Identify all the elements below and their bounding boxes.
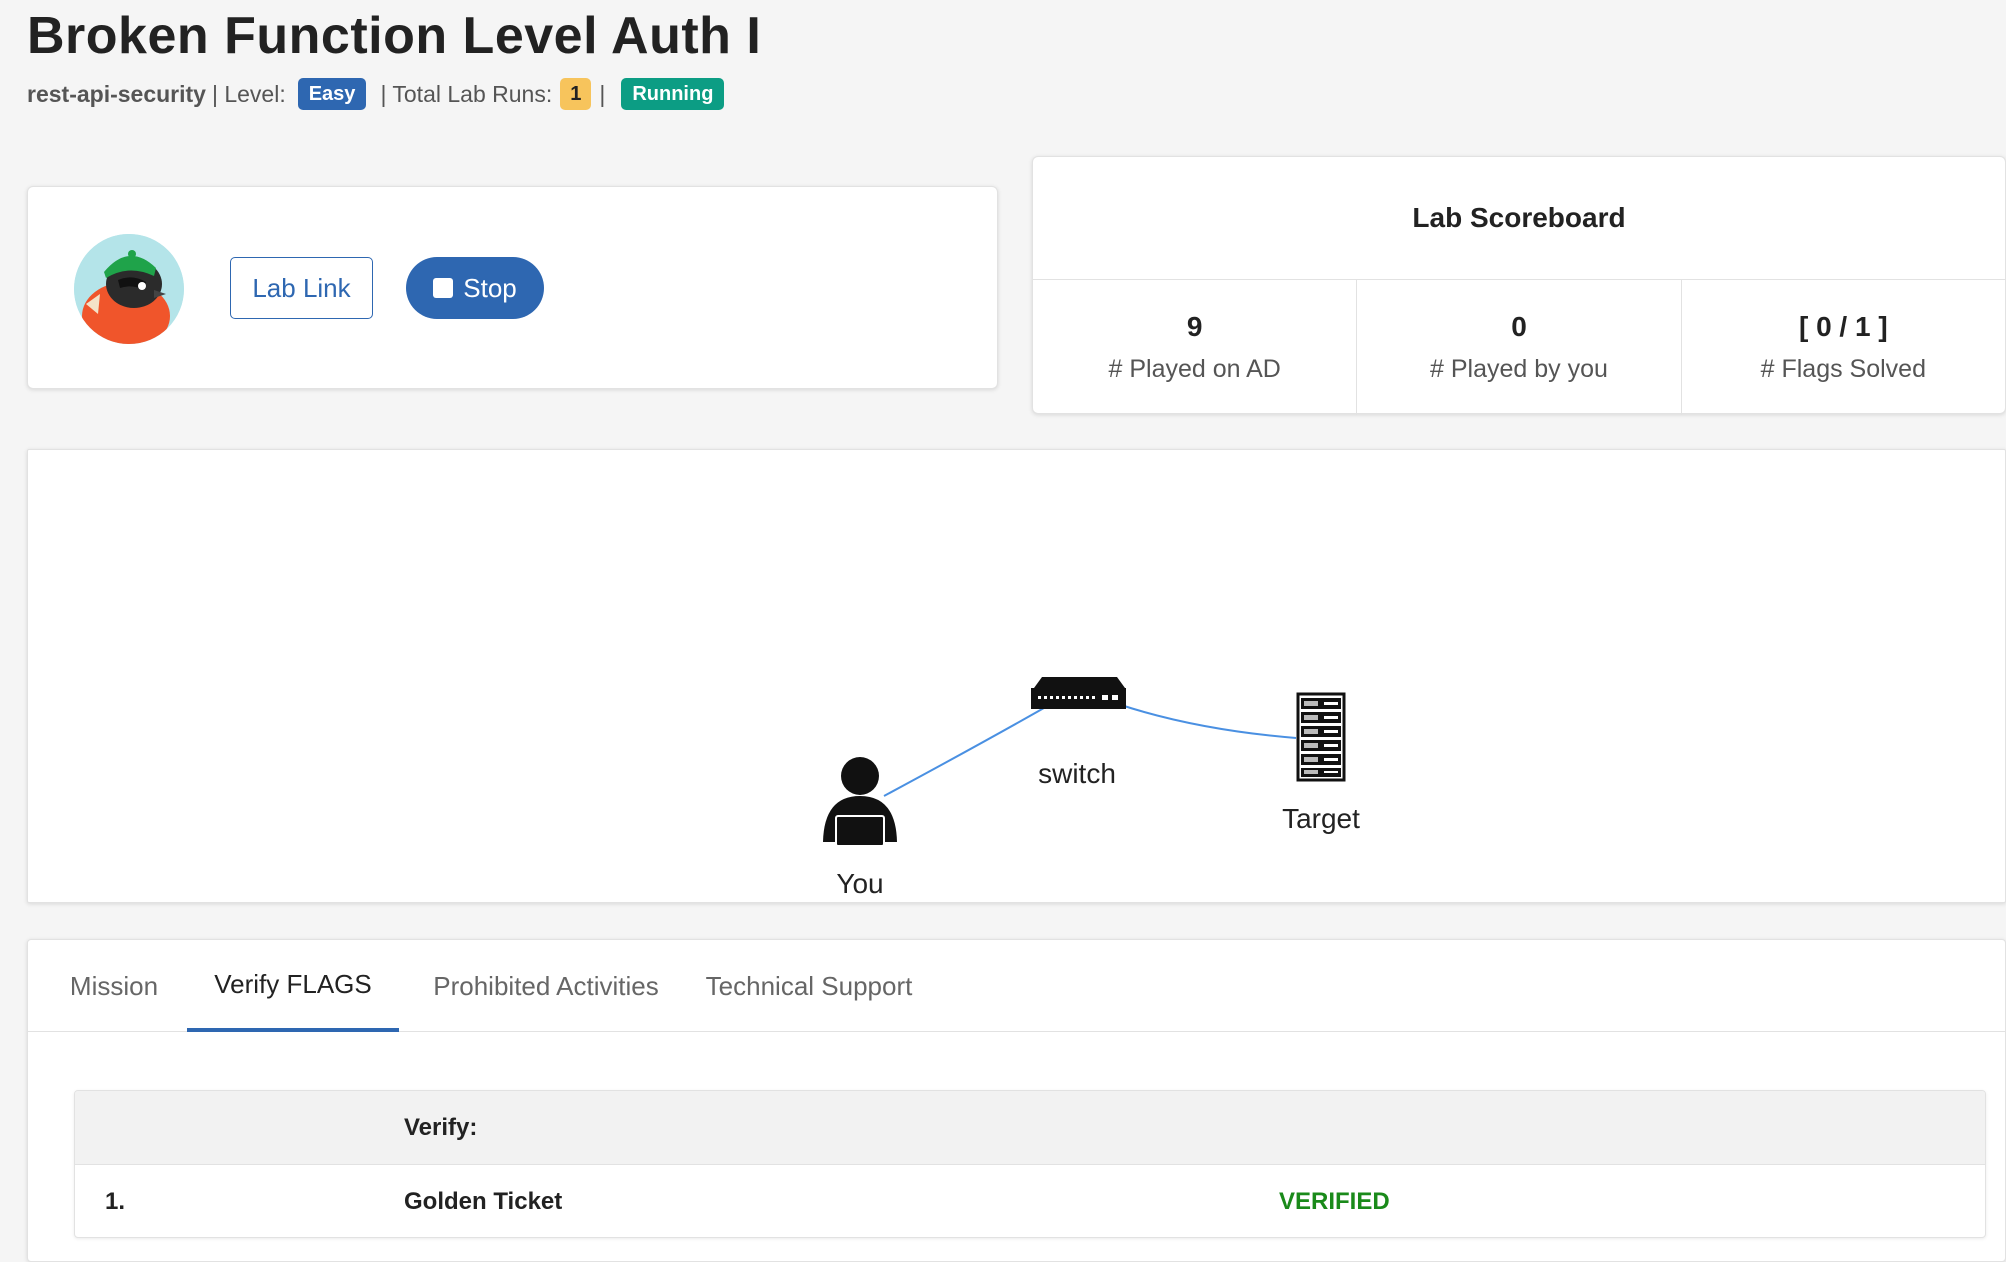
lab-controls-card: Lab Link Stop	[27, 186, 998, 389]
scoreboard-card: Lab Scoreboard 9 # Played on AD 0 # Play…	[1032, 156, 2006, 415]
stat-label: # Played by you	[1430, 355, 1608, 383]
node-label-you: You	[836, 868, 884, 899]
runs-count-badge: 1	[560, 78, 592, 110]
stat-label: # Played on AD	[1108, 355, 1281, 383]
lab-details-tabs: Mission Verify FLAGS Prohibited Activiti…	[27, 939, 2006, 1262]
stat-label: # Flags Solved	[1760, 355, 1926, 383]
verify-header: Verify:	[404, 1113, 478, 1141]
table-header: Verify:	[75, 1091, 1985, 1165]
stat-played-by-you: 0 # Played by you	[1357, 280, 1682, 415]
tab-technical-support[interactable]: Technical Support	[696, 940, 922, 1032]
lab-meta: rest-api-security | Level: Easy | Total …	[27, 78, 725, 110]
node-label-target: Target	[1282, 803, 1360, 834]
link-you-switch	[883, 699, 1059, 797]
level-label: | Level:	[211, 80, 286, 107]
flag-name: Golden Ticket	[404, 1188, 563, 1215]
row-index: 1.	[105, 1188, 126, 1215]
tab-mission[interactable]: Mission	[52, 940, 176, 1032]
tab-prohibited-activities[interactable]: Prohibited Activities	[423, 940, 669, 1032]
link-switch-target	[1120, 704, 1297, 739]
flag-status: VERIFIED	[1279, 1188, 1390, 1215]
stat-played-on-ad: 9 # Played on AD	[1033, 280, 1358, 415]
runs-label: | Total Lab Runs:	[380, 80, 553, 107]
stat-value: [ 0 / 1 ]	[1798, 311, 1888, 342]
table-row: 1. Golden Ticket VERIFIED	[75, 1165, 1985, 1237]
bird-avatar-icon	[74, 234, 184, 344]
stat-value: 9	[1186, 311, 1203, 342]
lab-link-button[interactable]: Lab Link	[230, 257, 373, 319]
stop-icon	[433, 278, 454, 298]
topology-diagram	[823, 677, 1346, 847]
verify-flags-table: Verify: 1. Golden Ticket VERIFIED	[74, 1090, 1986, 1238]
stop-button-label: Stop	[463, 272, 517, 303]
stop-button[interactable]: Stop	[406, 257, 544, 319]
course-name[interactable]: rest-api-security	[27, 81, 206, 108]
server-rack-icon[interactable]	[1296, 692, 1346, 782]
node-label-switch: switch	[1038, 758, 1116, 789]
page-title: Broken Function Level Auth I	[27, 7, 762, 65]
stat-value: 0	[1511, 311, 1527, 342]
avatar	[74, 234, 184, 344]
runs-separator: |	[599, 80, 606, 107]
network-switch-icon[interactable]	[1031, 677, 1126, 709]
tab-verify-flags[interactable]: Verify FLAGS	[187, 940, 399, 1032]
network-topology-canvas[interactable]: You switch Target	[27, 449, 2006, 903]
status-badge: Running	[621, 78, 725, 110]
level-badge: Easy	[297, 78, 367, 110]
tab-bar: Mission Verify FLAGS Prohibited Activiti…	[28, 940, 2005, 1032]
stat-flags-solved: [ 0 / 1 ] # Flags Solved	[1682, 280, 2005, 415]
scoreboard-title: Lab Scoreboard	[1033, 157, 2005, 280]
user-laptop-icon[interactable]	[823, 757, 897, 847]
